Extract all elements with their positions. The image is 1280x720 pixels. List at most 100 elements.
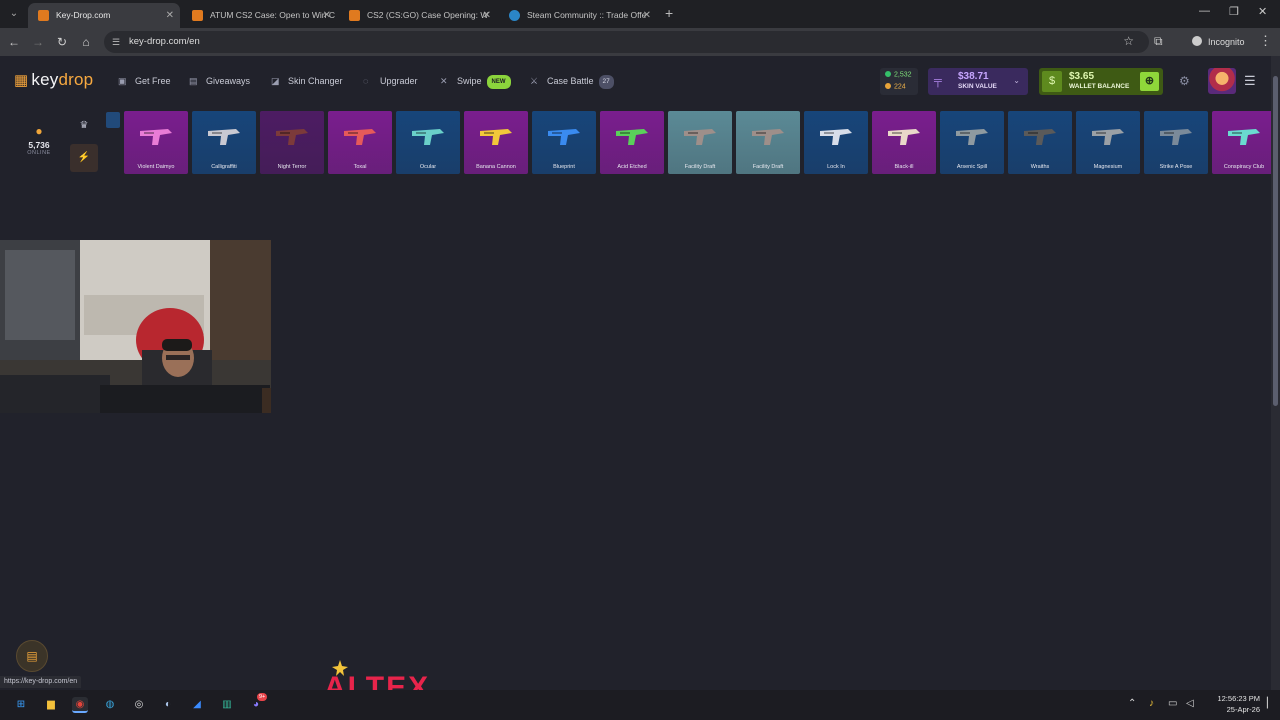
chat-icon[interactable]: ▤ (16, 640, 48, 672)
drop-tile[interactable]: Arsenic Spill (940, 111, 1004, 174)
weapon-skin-icon (750, 119, 786, 155)
new-tab-icon[interactable]: + (665, 5, 673, 21)
reload-icon[interactable]: ↻ (54, 34, 70, 50)
nav-label: Swipe (457, 76, 482, 86)
tab-search-icon[interactable]: ⌄ (6, 6, 22, 22)
app-icon[interactable]: ▥ (219, 697, 235, 713)
browser-tab[interactable]: Key-Drop.com ✕ (28, 3, 180, 28)
volume-icon[interactable]: ◁ (1186, 698, 1194, 709)
drop-tile[interactable]: Facility Draft (668, 111, 732, 174)
show-desktop-icon[interactable]: ▏ (1267, 698, 1275, 709)
gems-balance: 2,532 (885, 71, 912, 79)
steam-icon[interactable]: ◐ (160, 697, 176, 713)
drop-tile[interactable]: Strike A Pose (1144, 111, 1208, 174)
page-scrollbar[interactable] (1271, 56, 1280, 690)
address-bar[interactable]: ☰ key-drop.com/en ☆ (104, 31, 1149, 53)
drop-tile[interactable]: Wraiths (1008, 111, 1072, 174)
windows-start-icon[interactable]: ⊞ (13, 697, 29, 713)
close-tab-icon[interactable]: ✕ (323, 3, 331, 28)
wallet-balance[interactable]: $ $3.65 WALLET BALANCE ⊕ (1039, 68, 1163, 95)
address-url[interactable]: key-drop.com/en (129, 31, 200, 53)
nav-upgrader[interactable]: ◌ Upgrader (363, 75, 418, 87)
back-icon[interactable]: ← (6, 34, 22, 50)
nav-skin-changer[interactable]: ◪ Skin Changer (271, 75, 343, 87)
weapon-skin-icon (342, 119, 378, 155)
nav-case-battle[interactable]: ⚔ Case Battle 27 (530, 75, 614, 89)
drop-tile[interactable]: Facility Draft (736, 111, 800, 174)
notification-badge: 9+ (257, 693, 268, 701)
webcam-image (0, 240, 271, 413)
drop-tile[interactable]: Night Terror (260, 111, 324, 174)
browser-menu-icon[interactable]: ⋮ (1259, 33, 1272, 49)
drop-tile[interactable]: Acid Etched (600, 111, 664, 174)
close-tab-icon[interactable]: ✕ (643, 3, 651, 28)
weapon-skin-icon (478, 119, 514, 155)
key-drop-favicon-icon (38, 10, 49, 21)
currency-balances[interactable]: 2,532 224 (880, 68, 918, 95)
incognito-indicator[interactable]: Incognito (1192, 34, 1245, 50)
network-icon[interactable]: ▭ (1168, 698, 1177, 709)
site-info-icon[interactable]: ☰ (112, 36, 124, 48)
browser-tab-strip: ⌄ Key-Drop.com ✕ ATUM CS2 Case: Open to … (0, 0, 1280, 28)
scrollbar-thumb[interactable] (1273, 76, 1278, 406)
drop-tile[interactable]: Magnesium (1076, 111, 1140, 174)
drop-tile[interactable]: Violent Daimyo (124, 111, 188, 174)
browser-app-icon[interactable]: ◍ (102, 697, 118, 713)
home-icon[interactable]: ⌂ (78, 34, 94, 50)
case-battle-count-badge: 27 (598, 75, 614, 89)
hamburger-menu-icon[interactable]: ☰ (1244, 73, 1256, 89)
keydrop-logo-icon: ▦ (14, 72, 29, 89)
extensions-icon[interactable]: ⧉ (1154, 34, 1163, 49)
app-icon[interactable]: ◎ (131, 697, 147, 713)
drop-skin-name: Acid Etched (617, 164, 647, 170)
skin-value-dropdown[interactable]: ╤ $38.71 SKIN VALUE ⌄ (928, 68, 1028, 95)
browser-tab[interactable]: Steam Community :: Trade Offe ✕ (499, 3, 657, 28)
bookmark-star-icon[interactable]: ☆ (1123, 34, 1134, 48)
drop-tile[interactable]: Blueprint (532, 111, 596, 174)
nav-swipe[interactable]: ✕ Swipe NEW (440, 75, 511, 89)
nav-giveaways[interactable]: ▤ Giveaways (189, 75, 250, 87)
tab-title: ATUM CS2 Case: Open to Win C (210, 10, 336, 20)
drop-tile[interactable]: Toxal (328, 111, 392, 174)
drop-tile[interactable]: Ocular (396, 111, 460, 174)
weapon-skin-icon (1090, 119, 1126, 155)
weapon-skin-icon (206, 119, 242, 155)
weapon-skin-icon (546, 119, 582, 155)
chrome-icon[interactable]: ◉ (72, 697, 88, 713)
avatar[interactable] (1208, 68, 1236, 94)
swords-icon: ⚔ (530, 76, 539, 86)
gem-icon (885, 71, 891, 77)
live-drops-bolt-icon[interactable]: ⚡ (70, 144, 98, 172)
drop-tile[interactable]: Conspiracy Club (1212, 111, 1276, 174)
drop-tile[interactable]: Lock In (804, 111, 868, 174)
drop-skin-name: Facility Draft (752, 164, 784, 170)
logo-drop: drop (58, 70, 94, 89)
forward-icon[interactable]: → (30, 34, 46, 50)
file-explorer-icon[interactable]: ▆ (43, 697, 59, 713)
swipe-icon: ✕ (440, 76, 448, 86)
microphone-icon[interactable]: ♪ (1149, 698, 1154, 709)
top-drops-crown-icon[interactable]: ♛ (70, 112, 98, 140)
drop-tile[interactable]: Banana Cannon (464, 111, 528, 174)
users-icon: ● (35, 124, 43, 138)
browser-tab[interactable]: CS2 (CS:GO) Case Opening: W ✕ (339, 3, 497, 28)
drop-tile[interactable]: Calligraffiti (192, 111, 256, 174)
system-clock[interactable]: 12:56:23 PM 25-Apr-26 (1200, 693, 1260, 715)
drop-tile[interactable]: Black-ill (872, 111, 936, 174)
gear-icon[interactable]: ⚙ (1179, 74, 1190, 88)
close-tab-icon[interactable]: ✕ (483, 3, 491, 28)
add-funds-icon[interactable]: ⊕ (1140, 72, 1159, 91)
close-tab-icon[interactable]: ✕ (166, 3, 174, 28)
restore-icon[interactable]: ❐ (1229, 5, 1239, 18)
tray-overflow-icon[interactable]: ⌃ (1128, 698, 1136, 709)
keydrop-logo[interactable]: ▦ keydrop (14, 70, 93, 90)
nav-get-free[interactable]: ▣ Get Free (118, 75, 171, 87)
window-close-icon[interactable]: ✕ (1258, 5, 1267, 18)
browser-tab[interactable]: ATUM CS2 Case: Open to Win C ✕ (182, 3, 337, 28)
drop-skin-name: Toxal (353, 164, 367, 170)
clock-time: 12:56:23 PM (1217, 694, 1260, 703)
weapon-skin-icon (410, 119, 446, 155)
skin-value-amount: $38.71 (958, 71, 989, 82)
app-icon[interactable]: ◢ (189, 697, 205, 713)
minimize-icon[interactable]: — (1199, 5, 1210, 17)
